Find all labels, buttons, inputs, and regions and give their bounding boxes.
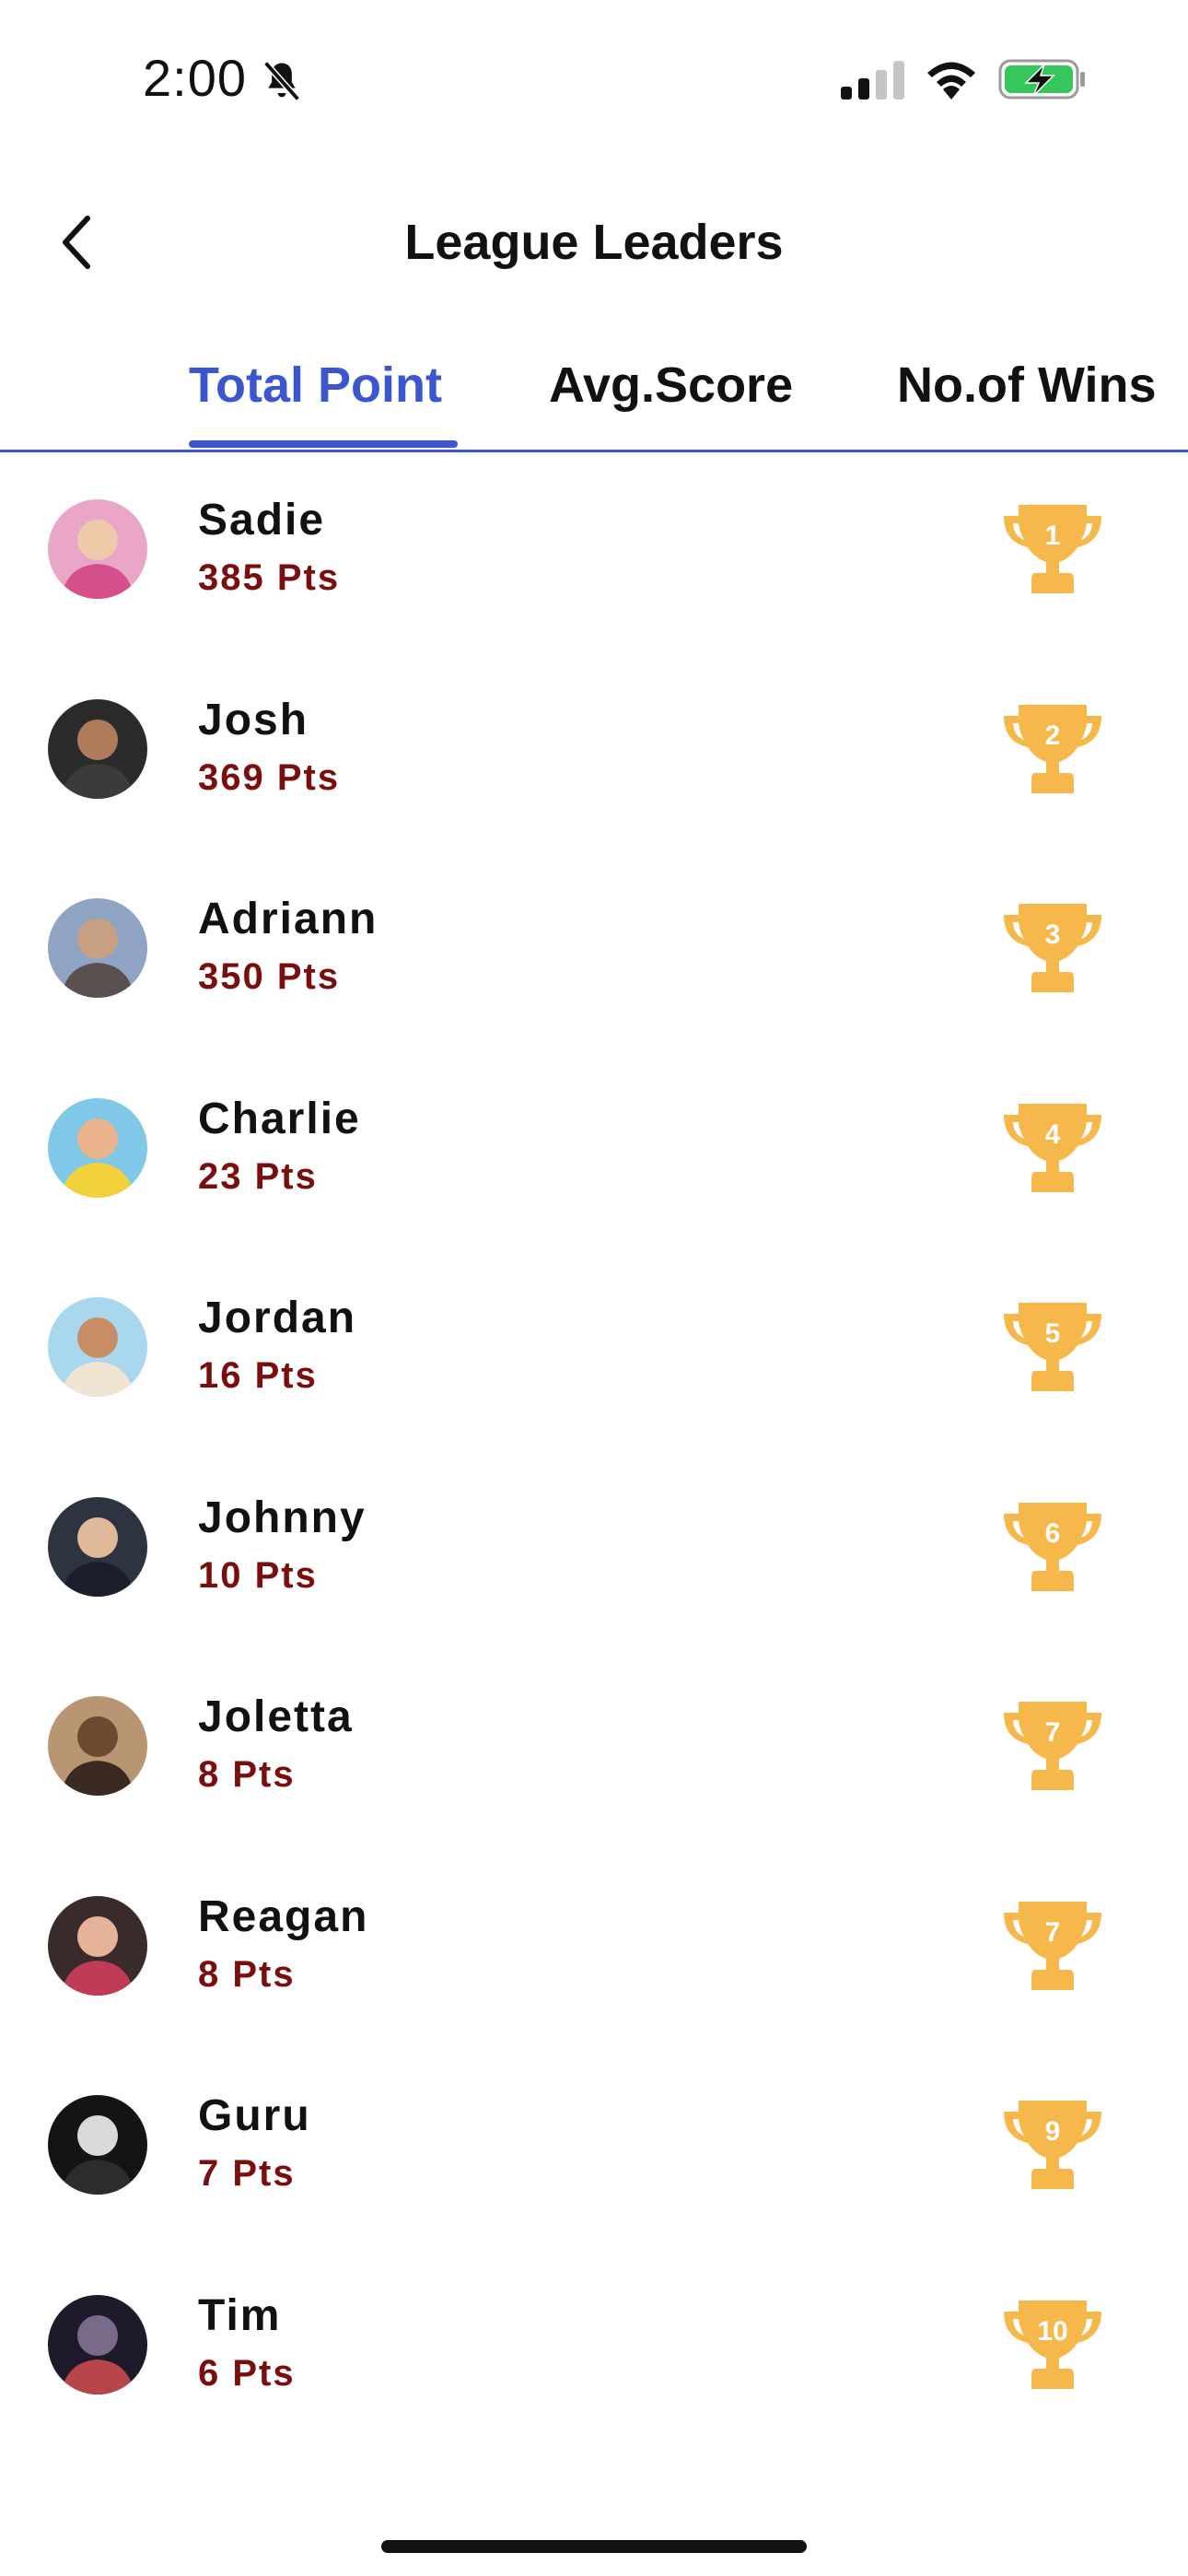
player-points: 369 Pts: [198, 757, 341, 798]
rank-number: 9: [1044, 2116, 1061, 2147]
leader-row[interactable]: Joletta 8 Pts 7: [0, 1648, 1188, 1847]
bell-slash-icon: [263, 61, 300, 101]
player-points: 6 Pts: [198, 2353, 296, 2394]
trophy-icon: 2: [1000, 699, 1105, 799]
player-points: 385 Pts: [198, 557, 341, 598]
rank-number: 7: [1044, 1717, 1061, 1748]
rank-number: 5: [1044, 1318, 1061, 1349]
avatar: [48, 2295, 147, 2395]
player-name: Adriann: [198, 895, 379, 943]
player-points: 8 Pts: [198, 1754, 296, 1795]
player-name: Tim: [198, 2291, 282, 2340]
trophy-icon: 9: [1000, 2095, 1105, 2195]
rank-number: 10: [1037, 2316, 1068, 2347]
rank-number: 1: [1044, 521, 1061, 551]
wifi-icon: [927, 62, 975, 100]
avatar: [48, 699, 147, 799]
avatar: [48, 1297, 147, 1397]
player-points: 23 Pts: [198, 1156, 318, 1197]
tab-bar: Total Point Avg.Score No.of Wins: [0, 341, 1188, 452]
leader-row[interactable]: Tim 6 Pts 10: [0, 2247, 1188, 2446]
player-points: 10 Pts: [198, 1555, 318, 1596]
status-time: 2:00: [143, 49, 247, 107]
leader-row[interactable]: Charlie 23 Pts 4: [0, 1050, 1188, 1249]
leader-row[interactable]: Josh 369 Pts 2: [0, 651, 1188, 850]
avatar: [48, 1497, 147, 1597]
player-name: Sadie: [198, 496, 326, 544]
player-points: 8 Pts: [198, 1954, 296, 1995]
player-name: Josh: [198, 696, 309, 744]
tab-total-point[interactable]: Total Point: [189, 348, 442, 422]
player-name: Guru: [198, 2091, 311, 2140]
trophy-icon: 3: [1000, 898, 1105, 998]
leader-row[interactable]: Adriann 350 Pts 3: [0, 850, 1188, 1049]
trophy-icon: 4: [1000, 1098, 1105, 1198]
avatar: [48, 898, 147, 998]
leader-row[interactable]: Reagan 8 Pts 7: [0, 1848, 1188, 2047]
tab-avg-score[interactable]: Avg.Score: [549, 348, 793, 422]
avatar: [48, 499, 147, 599]
home-indicator[interactable]: [381, 2540, 807, 2553]
leader-row[interactable]: Sadie 385 Pts 1: [0, 451, 1188, 650]
leader-row[interactable]: Guru 7 Pts 9: [0, 2047, 1188, 2246]
player-points: 350 Pts: [198, 956, 341, 997]
player-points: 7 Pts: [198, 2153, 296, 2194]
player-name: Johnny: [198, 1493, 367, 1542]
rank-number: 4: [1044, 1119, 1061, 1150]
cellular-signal-icon: [841, 61, 904, 100]
page-title: League Leaders: [404, 215, 784, 270]
trophy-icon: 10: [1000, 2295, 1105, 2395]
player-name: Reagan: [198, 1892, 369, 1941]
trophy-icon: 5: [1000, 1297, 1105, 1397]
trophy-icon: 7: [1000, 1896, 1105, 1996]
avatar: [48, 1098, 147, 1198]
active-tab-indicator: [189, 440, 458, 448]
player-name: Jordan: [198, 1294, 357, 1342]
rank-number: 7: [1044, 1917, 1061, 1948]
rank-number: 2: [1044, 720, 1061, 751]
avatar: [48, 1896, 147, 1996]
rank-number: 3: [1044, 919, 1061, 950]
leader-row[interactable]: Jordan 16 Pts 5: [0, 1249, 1188, 1448]
avatar: [48, 1696, 147, 1796]
status-bar: 2:00: [0, 0, 1188, 157]
player-points: 16 Pts: [198, 1355, 318, 1396]
avatar: [48, 2095, 147, 2195]
battery-charging-icon: [998, 59, 1085, 100]
trophy-icon: 6: [1000, 1497, 1105, 1597]
trophy-icon: 7: [1000, 1696, 1105, 1796]
rank-number: 6: [1044, 1518, 1061, 1549]
leader-row[interactable]: Johnny 10 Pts 6: [0, 1449, 1188, 1648]
trophy-icon: 1: [1000, 499, 1105, 599]
player-name: Charlie: [198, 1095, 361, 1143]
player-name: Joletta: [198, 1692, 354, 1741]
tab-no-of-wins[interactable]: No.of Wins: [897, 348, 1156, 422]
